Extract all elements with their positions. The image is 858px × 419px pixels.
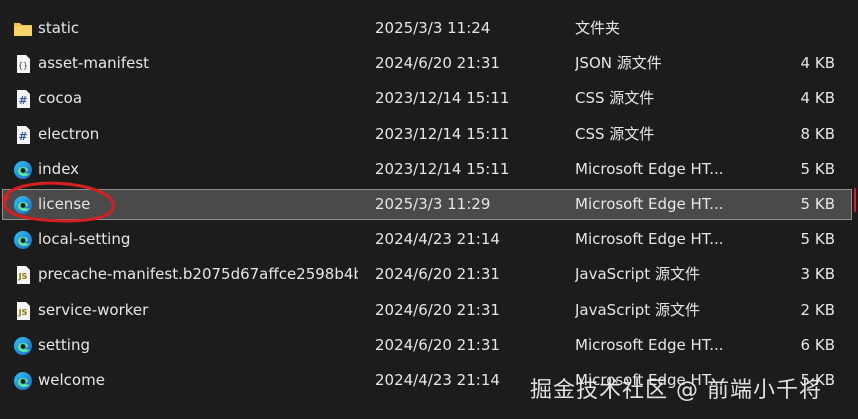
svg-text:{}: {} bbox=[18, 61, 28, 70]
file-name: license bbox=[38, 194, 91, 213]
file-modified-date: 2025/3/3 11:24 bbox=[375, 19, 491, 37]
file-modified-date: 2023/12/14 15:11 bbox=[375, 89, 510, 108]
file-size: 5 KB bbox=[800, 159, 835, 178]
css-file-icon: # bbox=[13, 89, 33, 109]
css-file-icon: # bbox=[13, 125, 33, 145]
file-size bbox=[760, 11, 835, 46]
file-row[interactable]: # cocoa 2023/12/14 15:11 CSS 源文件 4 KB bbox=[0, 81, 858, 116]
file-size: 5 KB bbox=[800, 230, 835, 249]
watermark: 掘金技术社区 @ 前端小千将 bbox=[530, 378, 822, 403]
js-file-icon: JS bbox=[13, 265, 33, 285]
file-name: asset-manifest bbox=[38, 54, 150, 73]
edge-html-icon bbox=[13, 371, 33, 391]
file-type: JavaScript 源文件 bbox=[575, 300, 700, 319]
file-modified-date: 2024/4/23 21:14 bbox=[375, 230, 500, 249]
file-type: CSS 源文件 bbox=[575, 89, 655, 108]
file-name: welcome bbox=[38, 370, 105, 389]
edge-html-icon bbox=[13, 230, 33, 250]
file-name: local-setting bbox=[38, 230, 131, 249]
file-type: Microsoft Edge HT... bbox=[575, 159, 724, 178]
file-type: CSS 源文件 bbox=[575, 124, 655, 143]
file-type: JSON 源文件 bbox=[575, 54, 662, 73]
file-row[interactable]: JS precache-manifest.b2075d67affce2598b4b… bbox=[0, 257, 858, 292]
file-modified-date: 2024/6/20 21:31 bbox=[375, 265, 500, 284]
file-name: precache-manifest.b2075d67affce2598b4b..… bbox=[38, 265, 358, 284]
js-file-icon: JS bbox=[13, 301, 33, 321]
json-file-icon: {} bbox=[13, 54, 33, 74]
file-size: 3 KB bbox=[800, 265, 835, 284]
file-row[interactable]: # electron 2023/12/14 15:11 CSS 源文件 8 KB bbox=[0, 117, 858, 152]
svg-text:JS: JS bbox=[18, 272, 28, 281]
file-name: static bbox=[38, 19, 80, 37]
file-name: setting bbox=[38, 335, 91, 354]
svg-text:JS: JS bbox=[18, 308, 28, 317]
file-row[interactable]: license 2025/3/3 11:29 Microsoft Edge HT..… bbox=[0, 187, 858, 222]
file-size: 6 KB bbox=[800, 335, 835, 354]
file-modified-date: 2023/12/14 15:11 bbox=[375, 124, 510, 143]
folder-icon bbox=[13, 19, 33, 39]
file-size: 5 KB bbox=[800, 194, 835, 213]
file-row[interactable]: local-setting 2024/4/23 21:14 Microsoft Ed… bbox=[0, 222, 858, 257]
file-modified-date: 2024/6/20 21:31 bbox=[375, 300, 500, 319]
file-modified-date: 2025/3/3 11:29 bbox=[375, 194, 491, 213]
file-row[interactable]: {} asset-manifest 2024/6/20 21:31 JSON 源文件 4… bbox=[0, 46, 858, 81]
file-name: cocoa bbox=[38, 89, 83, 108]
file-size: 8 KB bbox=[800, 124, 835, 143]
edge-html-icon bbox=[13, 336, 33, 356]
edge-html-icon bbox=[13, 195, 33, 215]
file-modified-date: 2024/6/20 21:31 bbox=[375, 54, 500, 73]
file-name: index bbox=[38, 159, 80, 178]
file-name: electron bbox=[38, 124, 100, 143]
file-row[interactable]: static 2025/3/3 11:24 文件夹 bbox=[0, 11, 858, 46]
edge-html-icon bbox=[13, 160, 33, 180]
file-size: 2 KB bbox=[800, 300, 835, 319]
file-type: Microsoft Edge HT... bbox=[575, 194, 724, 213]
file-type: Microsoft Edge HT... bbox=[575, 230, 724, 249]
red-annotation-mark bbox=[854, 188, 856, 212]
file-modified-date: 2023/12/14 15:11 bbox=[375, 159, 510, 178]
file-type: JavaScript 源文件 bbox=[575, 265, 700, 284]
file-type: Microsoft Edge HT... bbox=[575, 335, 724, 354]
file-list: static 2025/3/3 11:24 文件夹 {} asset-manifest 2… bbox=[0, 11, 858, 398]
file-size: 4 KB bbox=[800, 89, 835, 108]
file-type: 文件夹 bbox=[575, 19, 621, 37]
file-name: service-worker bbox=[38, 300, 149, 319]
svg-text:#: # bbox=[18, 130, 27, 143]
file-row[interactable]: JS service-worker 2024/6/20 21:31 JavaScrip… bbox=[0, 293, 858, 328]
file-modified-date: 2024/6/20 21:31 bbox=[375, 335, 500, 354]
svg-text:#: # bbox=[18, 94, 27, 107]
file-row[interactable]: setting 2024/6/20 21:31 Microsoft Edge HT.… bbox=[0, 328, 858, 363]
file-row[interactable]: index 2023/12/14 15:11 Microsoft Edge HT..… bbox=[0, 152, 858, 187]
file-size: 4 KB bbox=[800, 54, 835, 73]
